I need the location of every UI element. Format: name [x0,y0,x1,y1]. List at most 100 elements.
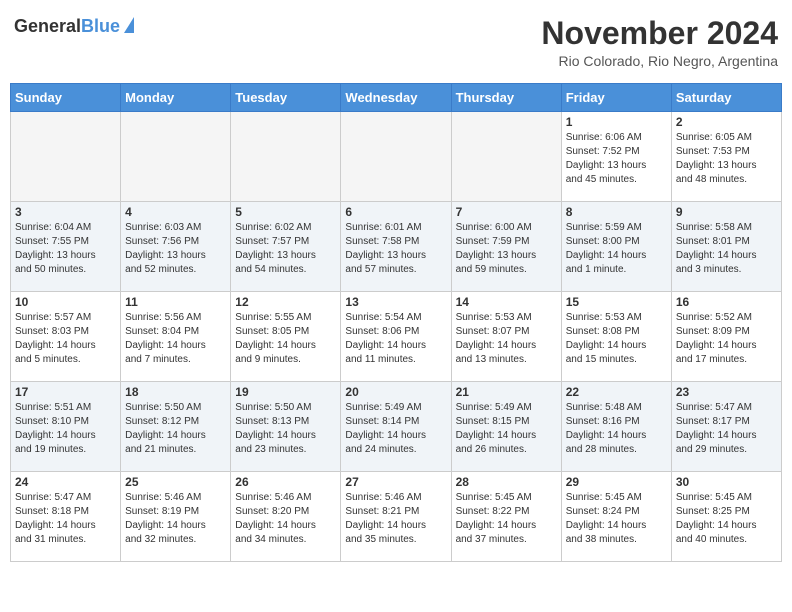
day-number: 24 [15,475,116,489]
calendar-cell: 18Sunrise: 5:50 AMSunset: 8:12 PMDayligh… [121,382,231,472]
day-number: 3 [15,205,116,219]
calendar-cell: 15Sunrise: 5:53 AMSunset: 8:08 PMDayligh… [561,292,671,382]
calendar-header-thursday: Thursday [451,84,561,112]
day-info: Sunrise: 5:47 AMSunset: 8:17 PMDaylight:… [676,401,777,457]
calendar-cell: 8 Sunrise: 5:59 AMSunset: 8:00 PMDaylight… [561,202,671,292]
day-info: Sunrise: 5:49 AMSunset: 8:14 PMDaylight:… [345,401,446,457]
day-number: 6 [345,205,446,219]
day-info: Sunrise: 6:04 AMSunset: 7:55 PMDaylight:… [15,221,116,277]
logo-blue: Blue [81,16,120,36]
day-info: Sunrise: 5:50 AMSunset: 8:13 PMDaylight:… [235,401,336,457]
calendar-cell: 14 Sunrise: 5:53 AMSunset: 8:07 PMDayligh… [451,292,561,382]
day-number: 15 [566,295,667,309]
day-number: 4 [125,205,226,219]
day-number: 29 [566,475,667,489]
calendar-cell: 7Sunrise: 6:00 AMSunset: 7:59 PMDaylight… [451,202,561,292]
page-header: GeneralBlue November 2024 Rio Colorado, … [10,10,782,75]
day-number: 28 [456,475,557,489]
calendar-week-row: 17 Sunrise: 5:51 AMSunset: 8:10 PMDayligh… [11,382,782,472]
calendar-header-monday: Monday [121,84,231,112]
calendar-week-row: 3 Sunrise: 6:04 AMSunset: 7:55 PMDaylight… [11,202,782,292]
day-info: Sunrise: 5:53 AMSunset: 8:07 PMDaylight:… [456,311,557,367]
day-number: 21 [456,385,557,399]
calendar-week-row: 1Sunrise: 6:06 AMSunset: 7:52 PMDaylight… [11,112,782,202]
day-number: 11 [125,295,226,309]
day-info: Sunrise: 5:47 AMSunset: 8:18 PMDaylight:… [15,491,116,547]
location-subtitle: Rio Colorado, Rio Negro, Argentina [541,53,778,69]
calendar-cell: 24 Sunrise: 5:47 AMSunset: 8:18 PMDayligh… [11,472,121,562]
calendar-cell: 22 Sunrise: 5:48 AMSunset: 8:16 PMDayligh… [561,382,671,472]
calendar-cell: 4 Sunrise: 6:03 AMSunset: 7:56 PMDaylight… [121,202,231,292]
title-block: November 2024 Rio Colorado, Rio Negro, A… [541,16,778,69]
calendar-cell: 17 Sunrise: 5:51 AMSunset: 8:10 PMDayligh… [11,382,121,472]
calendar-cell: 26 Sunrise: 5:46 AMSunset: 8:20 PMDayligh… [231,472,341,562]
day-number: 5 [235,205,336,219]
calendar-header-saturday: Saturday [671,84,781,112]
calendar-cell: 19 Sunrise: 5:50 AMSunset: 8:13 PMDayligh… [231,382,341,472]
calendar-cell: 29 Sunrise: 5:45 AMSunset: 8:24 PMDayligh… [561,472,671,562]
calendar-cell: 28 Sunrise: 5:45 AMSunset: 8:22 PMDayligh… [451,472,561,562]
calendar-cell [11,112,121,202]
logo: GeneralBlue [14,16,134,37]
calendar-cell [451,112,561,202]
day-number: 14 [456,295,557,309]
day-number: 2 [676,115,777,129]
day-info: Sunrise: 5:45 AMSunset: 8:22 PMDaylight:… [456,491,557,547]
logo-general: General [14,16,81,36]
calendar-cell [121,112,231,202]
calendar-header-wednesday: Wednesday [341,84,451,112]
day-info: Sunrise: 6:01 AMSunset: 7:58 PMDaylight:… [345,221,446,277]
calendar-header-row: SundayMondayTuesdayWednesdayThursdayFrid… [11,84,782,112]
day-info: Sunrise: 5:57 AMSunset: 8:03 PMDaylight:… [15,311,116,367]
calendar-cell: 1Sunrise: 6:06 AMSunset: 7:52 PMDaylight… [561,112,671,202]
day-number: 25 [125,475,226,489]
day-info: Sunrise: 5:58 AMSunset: 8:01 PMDaylight:… [676,221,777,277]
day-info: Sunrise: 5:49 AMSunset: 8:15 PMDaylight:… [456,401,557,457]
calendar-cell: 3 Sunrise: 6:04 AMSunset: 7:55 PMDaylight… [11,202,121,292]
day-number: 18 [125,385,226,399]
calendar-cell: 9 Sunrise: 5:58 AMSunset: 8:01 PMDaylight… [671,202,781,292]
day-info: Sunrise: 6:05 AMSunset: 7:53 PMDaylight:… [676,131,777,187]
day-number: 27 [345,475,446,489]
day-info: Sunrise: 6:02 AMSunset: 7:57 PMDaylight:… [235,221,336,277]
day-info: Sunrise: 6:03 AMSunset: 7:56 PMDaylight:… [125,221,226,277]
day-info: Sunrise: 5:45 AMSunset: 8:24 PMDaylight:… [566,491,667,547]
calendar-cell: 16 Sunrise: 5:52 AMSunset: 8:09 PMDayligh… [671,292,781,382]
calendar-week-row: 10Sunrise: 5:57 AMSunset: 8:03 PMDayligh… [11,292,782,382]
calendar-cell [231,112,341,202]
calendar-header-sunday: Sunday [11,84,121,112]
calendar-cell: 27 Sunrise: 5:46 AMSunset: 8:21 PMDayligh… [341,472,451,562]
day-info: Sunrise: 6:06 AMSunset: 7:52 PMDaylight:… [566,131,667,187]
day-info: Sunrise: 5:54 AMSunset: 8:06 PMDaylight:… [345,311,446,367]
calendar-cell: 20 Sunrise: 5:49 AMSunset: 8:14 PMDayligh… [341,382,451,472]
day-info: Sunrise: 5:46 AMSunset: 8:19 PMDaylight:… [125,491,226,547]
day-info: Sunrise: 5:45 AMSunset: 8:25 PMDaylight:… [676,491,777,547]
calendar-header-tuesday: Tuesday [231,84,341,112]
calendar-cell [341,112,451,202]
day-number: 22 [566,385,667,399]
calendar-cell: 23Sunrise: 5:47 AMSunset: 8:17 PMDayligh… [671,382,781,472]
day-number: 9 [676,205,777,219]
day-info: Sunrise: 5:52 AMSunset: 8:09 PMDaylight:… [676,311,777,367]
day-number: 17 [15,385,116,399]
day-number: 13 [345,295,446,309]
calendar-cell: 6 Sunrise: 6:01 AMSunset: 7:58 PMDaylight… [341,202,451,292]
calendar-cell: 12Sunrise: 5:55 AMSunset: 8:05 PMDayligh… [231,292,341,382]
day-number: 8 [566,205,667,219]
day-info: Sunrise: 5:59 AMSunset: 8:00 PMDaylight:… [566,221,667,277]
month-year-title: November 2024 [541,16,778,51]
calendar-cell: 13 Sunrise: 5:54 AMSunset: 8:06 PMDayligh… [341,292,451,382]
day-number: 19 [235,385,336,399]
day-info: Sunrise: 5:48 AMSunset: 8:16 PMDaylight:… [566,401,667,457]
day-number: 26 [235,475,336,489]
calendar-header-friday: Friday [561,84,671,112]
day-info: Sunrise: 5:46 AMSunset: 8:21 PMDaylight:… [345,491,446,547]
day-info: Sunrise: 6:00 AMSunset: 7:59 PMDaylight:… [456,221,557,277]
day-info: Sunrise: 5:46 AMSunset: 8:20 PMDaylight:… [235,491,336,547]
calendar-cell: 11Sunrise: 5:56 AMSunset: 8:04 PMDayligh… [121,292,231,382]
day-number: 20 [345,385,446,399]
day-info: Sunrise: 5:51 AMSunset: 8:10 PMDaylight:… [15,401,116,457]
calendar-cell: 2 Sunrise: 6:05 AMSunset: 7:53 PMDaylight… [671,112,781,202]
calendar-cell: 5 Sunrise: 6:02 AMSunset: 7:57 PMDaylight… [231,202,341,292]
day-number: 16 [676,295,777,309]
